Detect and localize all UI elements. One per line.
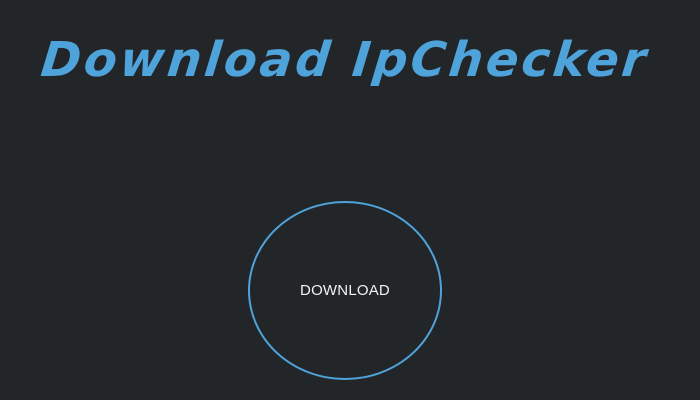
page-title: Download IpChecker [38,32,652,88]
download-button[interactable]: DOWNLOAD [248,201,442,380]
download-button-label: DOWNLOAD [300,282,390,299]
download-page: Download IpChecker DOWNLOAD [0,0,700,400]
